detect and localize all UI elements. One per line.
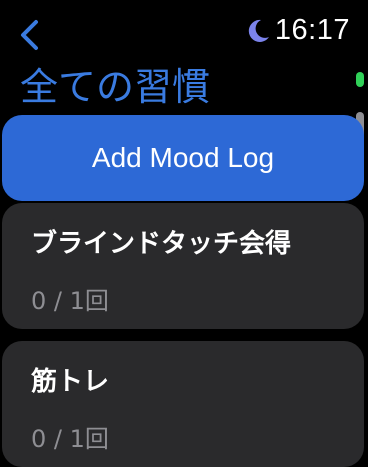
habit-name: ブラインドタッチ会得: [31, 229, 292, 259]
habit-card[interactable]: 筋トレ 0 / 1回: [2, 341, 364, 467]
habit-card[interactable]: ブラインドタッチ会得 0 / 1回: [2, 203, 364, 329]
habit-progress: 0 / 1回: [31, 425, 109, 453]
back-button[interactable]: [16, 18, 44, 52]
page-title: 全ての習慣: [20, 65, 211, 109]
habit-name: 筋トレ: [31, 367, 110, 397]
status-bar: 16:17: [245, 14, 350, 47]
clock-time: 16:17: [274, 14, 350, 46]
scroll-top-indicator: [356, 72, 364, 87]
chevron-left-icon: [21, 20, 38, 50]
moon-icon: [248, 19, 269, 42]
add-mood-log-button[interactable]: Add Mood Log: [2, 115, 364, 201]
habit-progress: 0 / 1回: [31, 287, 109, 315]
